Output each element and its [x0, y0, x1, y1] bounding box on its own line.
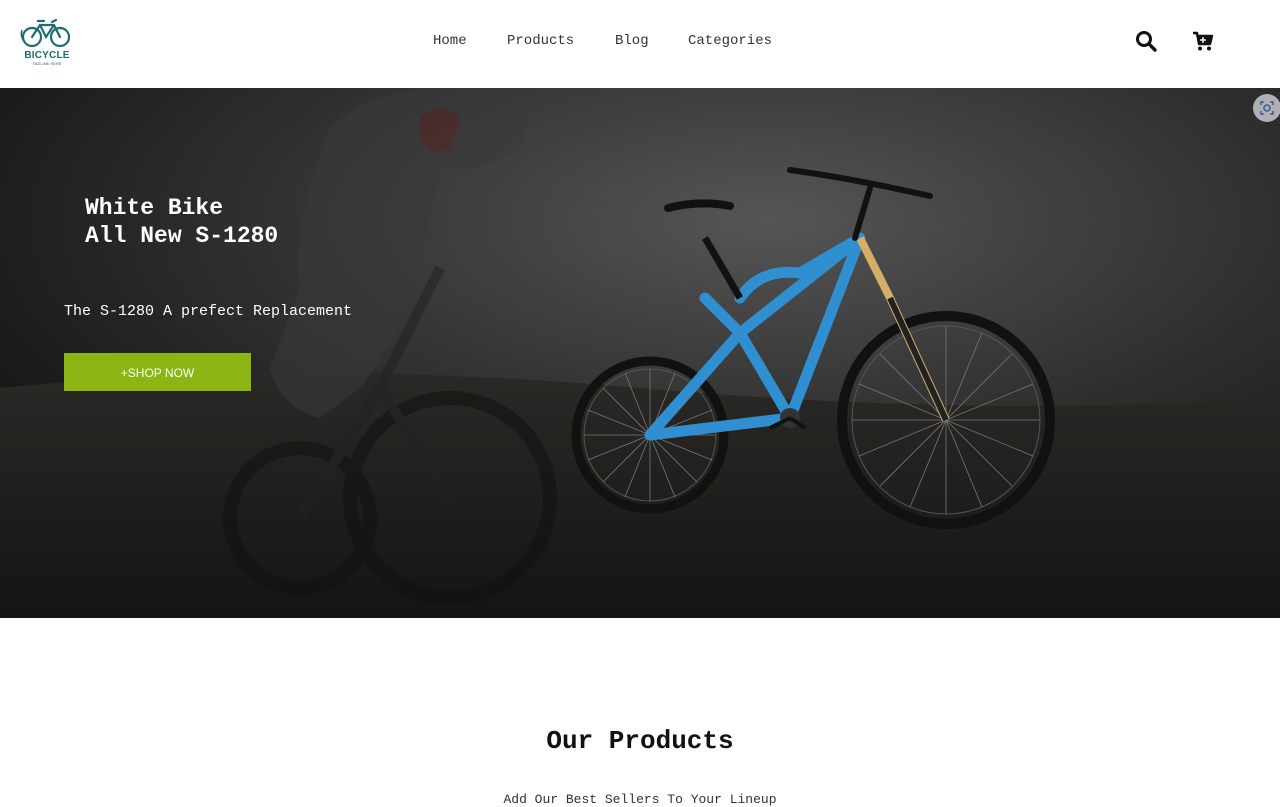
visual-search-button[interactable]	[1253, 94, 1280, 122]
hero-banner: White Bike All New S-1280 The S-1280 A p…	[0, 88, 1280, 618]
hero-title: White Bike All New S-1280	[85, 194, 278, 250]
nav-item-products[interactable]: Products	[507, 33, 574, 49]
main-nav: Home Products Blog Categories	[0, 33, 1280, 53]
section-subtitle-products: Add Our Best Sellers To Your Lineup	[503, 792, 777, 807]
search-icon	[1136, 31, 1157, 52]
nav-item-home[interactable]: Home	[433, 33, 467, 49]
shop-now-button[interactable]: +SHOP NOW	[64, 353, 251, 391]
hero-subtitle: The S-1280 A prefect Replacement	[64, 303, 353, 320]
search-button[interactable]	[1134, 29, 1158, 53]
section-title-products: Our Products	[546, 726, 734, 756]
scan-icon	[1260, 101, 1274, 115]
site-header: BICYCLE TAGLINE HERE Home Products Blog …	[0, 0, 1280, 88]
hero-title-line1: White Bike	[85, 195, 224, 221]
cart-button[interactable]	[1191, 29, 1215, 53]
cart-icon	[1193, 31, 1214, 51]
nav-item-blog[interactable]: Blog	[615, 33, 649, 49]
nav-item-categories[interactable]: Categories	[688, 33, 772, 49]
brand-tagline: TAGLINE HERE	[32, 61, 62, 66]
hero-title-line2: All New S-1280	[85, 223, 279, 249]
